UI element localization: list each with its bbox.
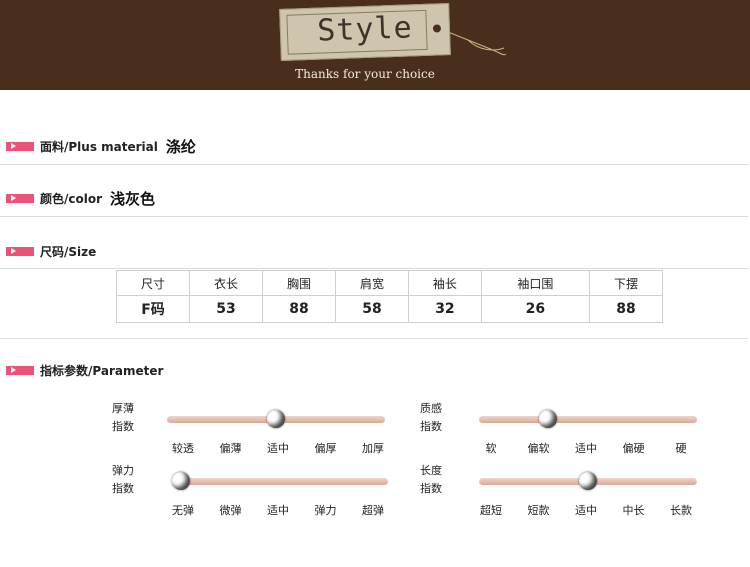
section-color: 颜色/color 浅灰色 [6,188,155,208]
stretch-slider-knob [172,472,190,490]
section-size: 尺码/Size [6,241,96,261]
tick-label: 超弹 [362,504,384,517]
tick-label: 硬 [675,442,687,455]
thickness-ticks: 较透 偏薄 适中 偏厚 加厚 [163,440,393,456]
texture-label-line2: 指数 [420,420,442,433]
tick-label: 加厚 [362,442,384,455]
divider [0,164,748,165]
thickness-slider-knob [267,410,285,428]
texture-label: 质感 指数 [420,400,442,436]
tag-word: Style [316,10,414,49]
texture-ticks: 软 偏软 适中 偏硬 硬 [471,440,701,456]
tick-label: 适中 [575,442,597,455]
section-arrow-icon [6,193,34,203]
color-value: 浅灰色 [110,189,156,208]
table-header-cell: 袖口围 [480,270,590,296]
tick-label: 适中 [575,504,597,517]
table-header-cell: 胸围 [261,270,336,296]
texture-slider-track [479,416,697,423]
section-arrow-icon [6,141,34,151]
size-label: 尺码/Size [40,244,97,259]
table-cell: 88 [588,295,664,323]
tick-label: 适中 [267,442,289,455]
size-table-header-row: 尺寸 衣长 胸围 肩宽 袖长 袖口围 下摆 [116,270,664,296]
tag-string-icon [448,31,507,56]
table-header-cell: 袖长 [407,270,482,296]
length-label-line1: 长度 [420,464,442,477]
divider [0,268,748,269]
stretch-label: 弹力 指数 [112,462,134,498]
stretch-label-line2: 指数 [112,482,134,495]
thickness-label: 厚薄 指数 [112,400,134,436]
thickness-label-line2: 指数 [112,420,134,433]
tick-label: 偏薄 [219,442,242,455]
texture-slider-knob [539,410,557,428]
table-cell: 26 [480,295,590,323]
stretch-ticks: 无弹 微弹 适中 弹力 超弹 [163,502,393,518]
section-parameter: 指标参数/Parameter [6,360,163,380]
tick-label: 长款 [670,504,692,517]
header-banner: Style Thanks for your choice [0,0,750,90]
tick-label: 较透 [172,442,194,455]
tick-label: 偏软 [527,442,550,455]
tick-label: 适中 [267,504,289,517]
tick-label: 中长 [622,504,645,517]
table-cell: F码 [116,295,190,323]
section-arrow-icon [6,246,34,256]
table-cell: 88 [261,295,336,323]
tick-label: 软 [485,442,497,455]
length-slider-knob [579,472,597,490]
material-value: 涤纶 [165,137,196,156]
style-tag-logo: Style [279,3,451,61]
tick-label: 短款 [527,504,550,517]
table-header-cell: 下摆 [588,270,664,296]
color-label: 颜色/color [40,191,103,206]
table-cell: 58 [334,295,409,323]
length-ticks: 超短 短款 适中 中长 长款 [471,502,701,518]
length-label-line2: 指数 [420,482,442,495]
stretch-label-line1: 弹力 [112,464,134,477]
table-header-cell: 衣长 [188,270,263,296]
parameter-label: 指标参数/Parameter [40,363,164,378]
table-cell: 32 [407,295,482,323]
section-arrow-icon [6,365,34,375]
table-header-cell: 肩宽 [334,270,409,296]
table-header-cell: 尺寸 [116,270,190,296]
tick-label: 无弹 [172,504,194,517]
tick-label: 偏硬 [622,442,645,455]
banner-subtitle: Thanks for your choice [295,67,435,81]
length-label: 长度 指数 [420,462,442,498]
size-table: 尺寸 衣长 胸围 肩宽 袖长 袖口围 下摆 F码 53 88 58 32 26 … [116,270,664,323]
texture-label-line1: 质感 [420,402,442,415]
tick-label: 偏厚 [314,442,337,455]
material-label: 面料/Plus material [40,139,158,154]
tick-label: 超短 [480,504,502,517]
divider [0,216,748,217]
table-row: F码 53 88 58 32 26 88 [116,295,664,323]
tick-label: 微弹 [219,504,242,517]
section-material: 面料/Plus material 涤纶 [6,136,196,156]
thickness-label-line1: 厚薄 [112,402,134,415]
divider [0,338,748,339]
table-cell: 53 [188,295,263,323]
tick-label: 弹力 [314,504,337,517]
stretch-slider-track [172,478,388,485]
